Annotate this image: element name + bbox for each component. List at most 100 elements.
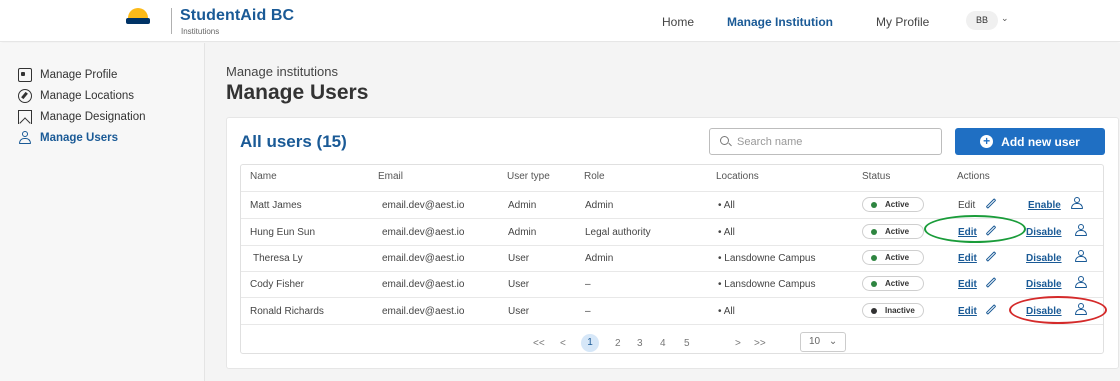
edit-link[interactable]: Edit <box>958 200 975 211</box>
edit-link[interactable]: Edit <box>958 253 977 264</box>
cell-user-type: User <box>508 253 530 264</box>
brand-title[interactable]: StudentAid BC <box>180 7 294 25</box>
user-icon[interactable] <box>1071 197 1083 209</box>
compass-icon <box>18 89 32 103</box>
edit-link[interactable]: Edit <box>958 306 977 317</box>
column-header-name: Name <box>250 171 277 182</box>
chevron-down-icon[interactable]: ⌄ <box>1001 13 1009 24</box>
user-icon <box>18 131 32 145</box>
cell-user-type: User <box>508 306 530 317</box>
status-text: Active <box>885 200 910 209</box>
top-header: StudentAid BC Institutions Home Manage I… <box>0 0 1120 42</box>
disable-link[interactable]: Disable <box>1026 279 1062 290</box>
disable-link[interactable]: Disable <box>1026 253 1062 264</box>
status-badge: Active <box>862 224 924 239</box>
cell-role: – <box>585 306 591 317</box>
page-title: Manage Users <box>226 81 369 104</box>
search-box[interactable] <box>709 128 942 155</box>
next-page-button[interactable]: > <box>735 338 741 349</box>
status-dot-icon <box>871 254 877 261</box>
cell-email: email.dev@aest.io <box>382 227 465 238</box>
column-header-actions: Actions <box>957 171 990 182</box>
status-badge: Active <box>862 197 924 212</box>
enable-link[interactable]: Enable <box>1028 200 1061 211</box>
prev-page-button[interactable]: < <box>560 338 566 349</box>
logo-waves-icon <box>126 18 150 24</box>
status-badge: Active <box>862 250 924 265</box>
search-icon <box>720 136 729 145</box>
cell-name: Ronald Richards <box>250 306 324 317</box>
per-page-select[interactable]: 10 ⌄ <box>800 332 846 352</box>
sidebar-item-label: Manage Locations <box>40 90 134 102</box>
disable-link[interactable]: Disable <box>1026 227 1062 238</box>
column-header-email: Email <box>378 171 404 182</box>
logo-sun-icon <box>128 8 148 18</box>
status-badge: Inactive <box>862 303 924 318</box>
page-5-button[interactable]: 5 <box>684 338 690 349</box>
green-highlight-ellipse <box>924 215 1026 243</box>
status-dot-icon <box>871 228 877 235</box>
cell-locations: • All <box>718 306 735 317</box>
add-new-user-button[interactable]: + Add new user <box>955 128 1105 155</box>
user-icon[interactable] <box>1075 276 1087 288</box>
red-highlight-ellipse <box>1009 296 1107 324</box>
cell-name: Cody Fisher <box>250 279 304 290</box>
chevron-down-icon: ⌄ <box>828 336 838 347</box>
card-title: All users (15) <box>240 132 347 151</box>
nav-manage-institution[interactable]: Manage Institution <box>727 15 833 29</box>
cell-user-type: Admin <box>508 227 537 238</box>
cell-role: Admin <box>585 200 614 211</box>
sidebar-item-manage-profile[interactable]: Manage Profile <box>18 66 117 84</box>
column-header-status: Status <box>862 171 891 182</box>
status-text: Active <box>885 227 910 236</box>
cell-locations: • All <box>718 227 735 238</box>
add-new-user-label: Add new user <box>1001 134 1080 149</box>
plus-circle-icon: + <box>980 135 994 148</box>
per-page-value: 10 <box>809 336 821 347</box>
column-header-user-type: User type <box>507 171 550 182</box>
cell-role: Legal authority <box>585 227 651 238</box>
pagination-row <box>241 324 1103 350</box>
search-input[interactable] <box>737 133 927 151</box>
bookmark-icon <box>18 110 32 124</box>
brand-subtitle: Institutions <box>181 27 220 36</box>
sidebar-item-label: Manage Designation <box>40 111 146 123</box>
user-icon[interactable] <box>1075 224 1087 236</box>
cell-user-type: User <box>508 279 530 290</box>
cell-user-type: Admin <box>508 200 537 211</box>
cell-email: email.dev@aest.io <box>382 279 465 290</box>
bc-logo[interactable] <box>118 6 158 36</box>
nav-my-profile[interactable]: My Profile <box>876 15 929 29</box>
status-dot-icon <box>871 307 877 314</box>
status-text: Inactive <box>885 306 915 315</box>
cell-email: email.dev@aest.io <box>382 306 465 317</box>
page-4-button[interactable]: 4 <box>660 338 666 349</box>
cell-role: – <box>585 279 591 290</box>
cell-locations: • Lansdowne Campus <box>718 253 816 264</box>
status-text: Active <box>885 279 910 288</box>
status-text: Active <box>885 253 910 262</box>
edit-link[interactable]: Edit <box>958 279 977 290</box>
breadcrumb[interactable]: Manage institutions <box>226 64 338 79</box>
column-header-role: Role <box>584 171 605 182</box>
status-dot-icon <box>871 201 877 208</box>
nav-home[interactable]: Home <box>662 15 694 29</box>
sidebar-item-manage-users[interactable]: Manage Users <box>18 129 118 147</box>
cell-role: Admin <box>585 253 614 264</box>
cell-locations: • All <box>718 200 735 211</box>
cell-name: Theresa Ly <box>253 253 303 264</box>
first-page-button[interactable]: << <box>533 338 545 349</box>
sidebar-item-label: Manage Users <box>40 132 118 144</box>
page-2-button[interactable]: 2 <box>615 338 621 349</box>
sidebar-item-manage-locations[interactable]: Manage Locations <box>18 87 134 105</box>
user-icon[interactable] <box>1075 250 1087 262</box>
last-page-button[interactable]: >> <box>754 338 766 349</box>
page-3-button[interactable]: 3 <box>637 338 643 349</box>
user-avatar[interactable]: BB <box>966 11 998 30</box>
sidebar-item-manage-designation[interactable]: Manage Designation <box>18 108 146 126</box>
cell-email: email.dev@aest.io <box>382 253 465 264</box>
cell-name: Matt James <box>250 200 302 211</box>
column-header-locations: Locations <box>716 171 759 182</box>
brand-divider <box>171 8 172 34</box>
page-1-button[interactable]: 1 <box>581 334 599 352</box>
